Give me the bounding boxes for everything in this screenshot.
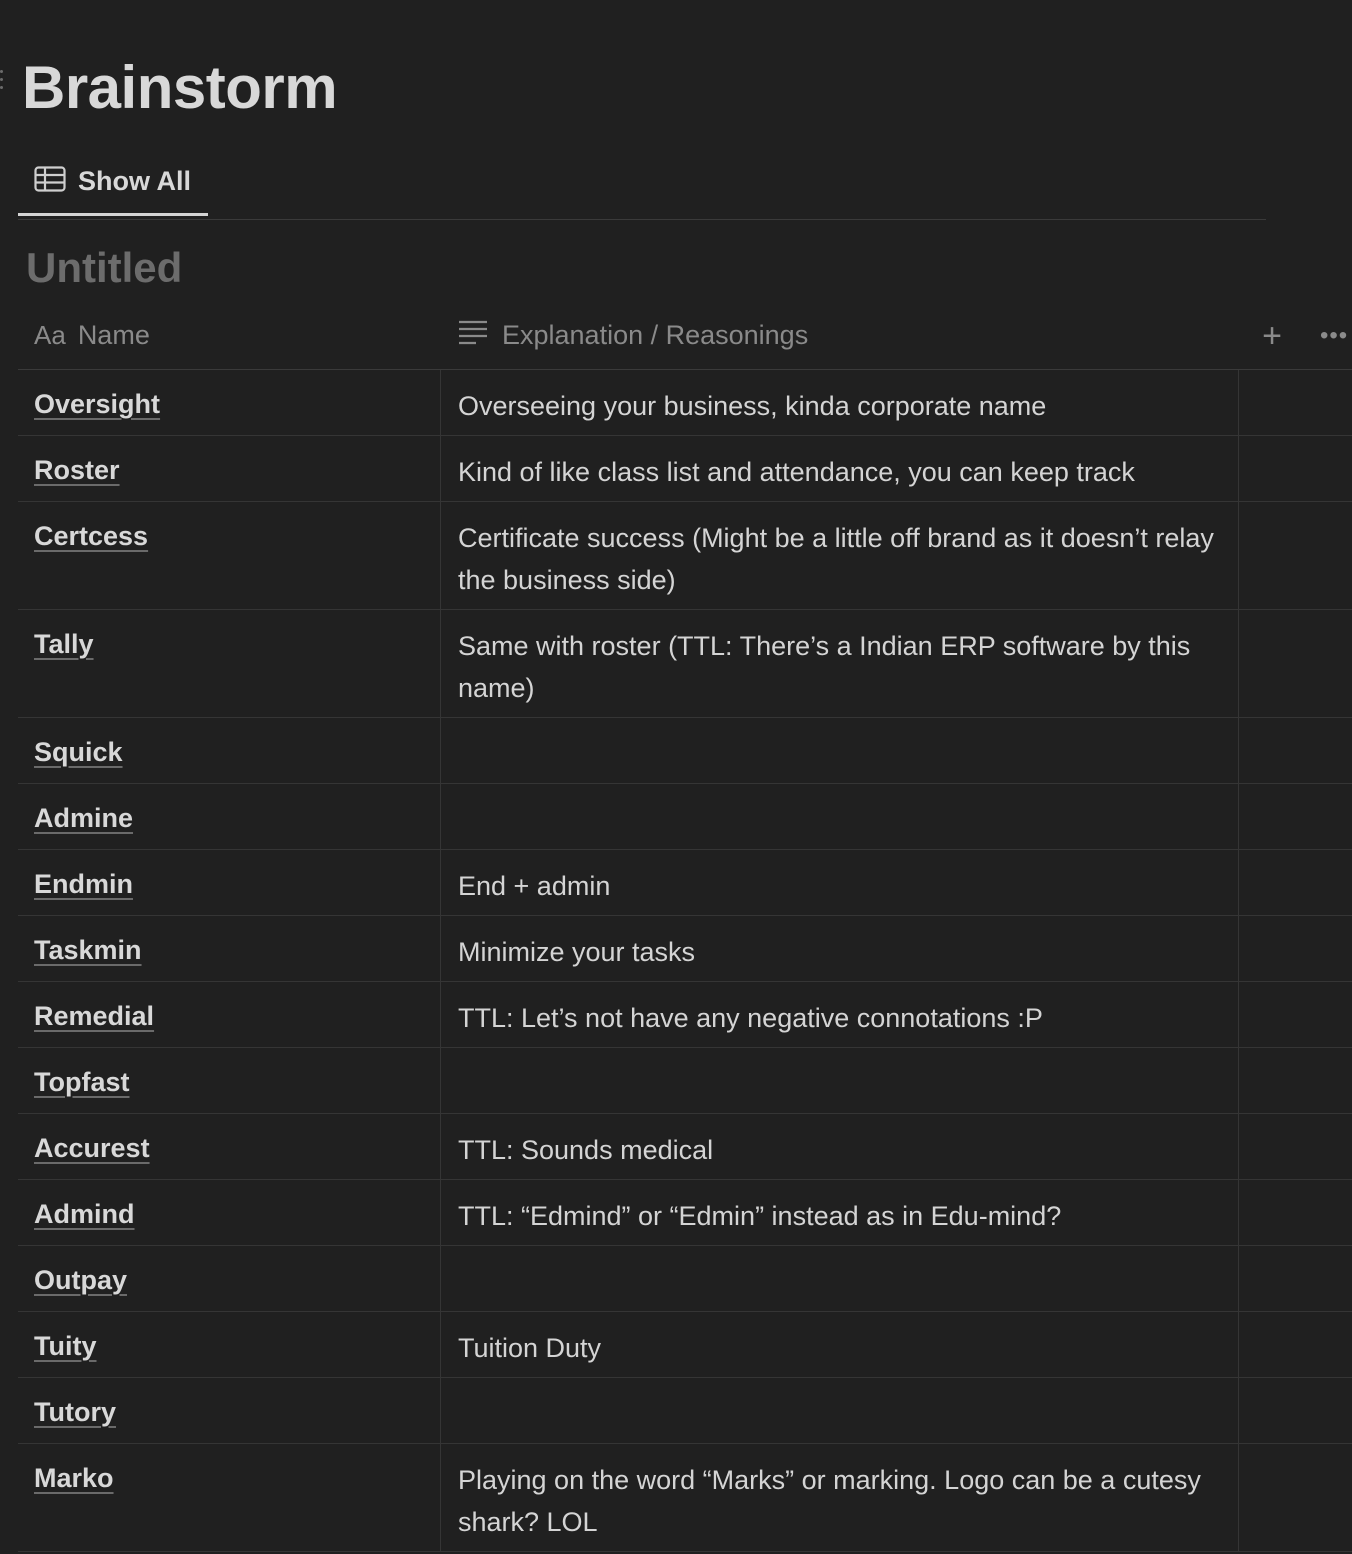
row-explanation[interactable]: Minimize your tasks [458,916,1228,988]
tab-label: Show All [78,166,191,196]
column-header-explanation[interactable]: Explanation / Reasonings [458,302,808,369]
database-title[interactable]: Untitled [26,242,182,294]
table-row[interactable]: Remedial TTL: Let’s not have any negativ… [18,982,1352,1048]
row-explanation[interactable] [458,784,1228,848]
row-name[interactable]: Marko [34,1461,114,1495]
more-options-button[interactable]: ••• [1320,318,1352,354]
table-row[interactable]: Marko Playing on the word “Marks” or mar… [18,1444,1352,1552]
row-explanation[interactable] [458,718,1228,782]
row-explanation[interactable]: Certificate success (Might be a little o… [458,502,1228,616]
column-header-label: Name [77,320,150,350]
table-row[interactable]: Certcess Certificate success (Might be a… [18,502,1352,610]
tab-show-all[interactable]: Show All [18,150,208,216]
view-tabs: Show All [18,150,1266,220]
add-column-button[interactable]: + [1258,316,1286,356]
database-table: Aa Name Explanation / Reasonings + ••• O… [18,302,1352,1552]
row-explanation[interactable]: Playing on the word “Marks” or marking. … [458,1444,1228,1554]
row-explanation[interactable]: Overseeing your business, kinda corporat… [458,370,1228,442]
table-row[interactable]: Outpay [18,1246,1352,1312]
table-row[interactable]: Squick [18,718,1352,784]
row-name[interactable]: Taskmin [34,933,142,967]
column-header-name[interactable]: Aa Name [34,302,150,369]
page-title: Brainstorm [22,54,338,121]
column-header-label: Explanation / Reasonings [502,320,809,350]
table-row[interactable]: Admind TTL: “Edmind” or “Edmin” instead … [18,1180,1352,1246]
row-name[interactable]: Accurest [34,1131,150,1165]
table-row[interactable]: Accurest TTL: Sounds medical [18,1114,1352,1180]
row-name[interactable]: Tuity [34,1329,97,1363]
table-row[interactable]: Admine [18,784,1352,850]
row-explanation[interactable] [458,1048,1228,1112]
table-row[interactable]: Endmin End + admin [18,850,1352,916]
table-row[interactable]: Taskmin Minimize your tasks [18,916,1352,982]
table-header: Aa Name Explanation / Reasonings + ••• [18,302,1352,370]
table-row[interactable]: Tally Same with roster (TTL: There’s a I… [18,610,1352,718]
row-explanation[interactable]: TTL: Sounds medical [458,1114,1228,1186]
row-name[interactable]: Admine [34,801,133,835]
row-name[interactable]: Roster [34,453,120,487]
row-name[interactable]: Endmin [34,867,133,901]
table-row[interactable]: Tuity Tuition Duty [18,1312,1352,1378]
row-name[interactable]: Squick [34,735,123,769]
page: Brainstorm Show All Untitled Aa Name Exp… [0,0,1352,1554]
table-row[interactable]: Oversight Overseeing your business, kind… [18,370,1352,436]
row-name[interactable]: Certcess [34,519,148,553]
row-explanation[interactable]: Same with roster (TTL: There’s a Indian … [458,610,1228,724]
row-explanation[interactable]: Kind of like class list and attendance, … [458,436,1228,508]
row-explanation[interactable]: End + admin [458,850,1228,922]
row-explanation[interactable] [458,1378,1228,1442]
title-property-icon: Aa [34,320,66,350]
row-name[interactable]: Oversight [34,387,160,421]
row-explanation[interactable] [458,1246,1228,1310]
row-name[interactable]: Tally [34,627,94,661]
row-explanation[interactable]: TTL: Let’s not have any negative connota… [458,982,1228,1054]
table-row[interactable]: Tutory [18,1378,1352,1444]
row-name[interactable]: Tutory [34,1395,116,1429]
row-name[interactable]: Outpay [34,1263,127,1297]
row-name[interactable]: Admind [34,1197,135,1231]
row-name[interactable]: Remedial [34,999,154,1033]
row-explanation[interactable]: TTL: “Edmind” or “Edmin” instead as in E… [458,1180,1228,1252]
text-lines-icon [458,319,488,352]
table-row[interactable]: Topfast [18,1048,1352,1114]
drag-handle-icon[interactable] [0,70,5,100]
table-icon [34,166,66,197]
table-row[interactable]: Roster Kind of like class list and atten… [18,436,1352,502]
row-explanation[interactable]: Tuition Duty [458,1312,1228,1384]
row-name[interactable]: Topfast [34,1065,130,1099]
